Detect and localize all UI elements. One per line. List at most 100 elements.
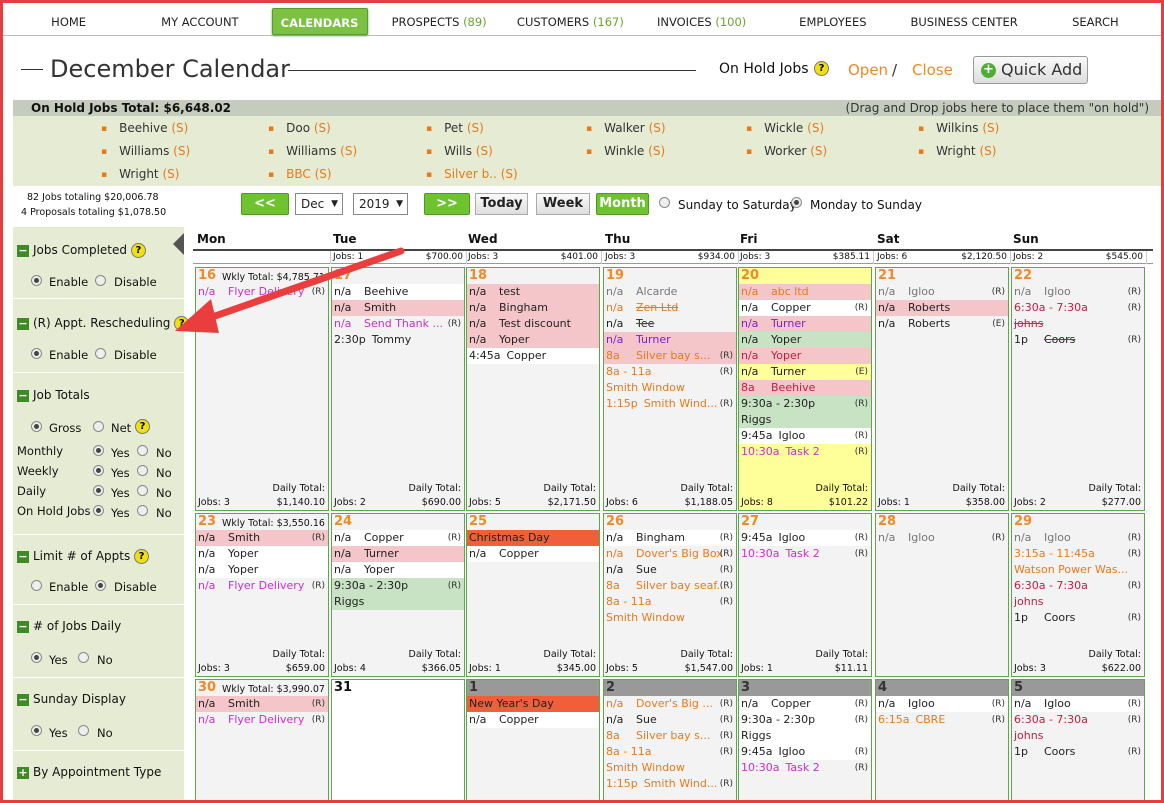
calendar-event[interactable]: n/a Copper (R) xyxy=(739,696,871,712)
calendar-event[interactable]: 8a Silver bay s... (R) xyxy=(604,348,736,364)
yes-radio[interactable] xyxy=(31,652,42,663)
calendar-event[interactable]: n/a Turner xyxy=(332,546,464,562)
calendar-event[interactable]: n/a Sue (R) xyxy=(604,712,736,728)
help-icon[interactable]: ? xyxy=(814,61,829,76)
calendar-event[interactable]: n/a Turner (E) xyxy=(739,364,871,380)
calendar-event[interactable]: Christmas Day xyxy=(467,530,599,546)
calendar-event[interactable]: n/a Tee xyxy=(604,316,736,332)
calendar-event[interactable]: n/a Smith (R) xyxy=(196,530,328,546)
enable-radio[interactable] xyxy=(31,580,42,591)
monthly-yes-radio[interactable] xyxy=(93,445,104,456)
close-on-hold-link[interactable]: Close xyxy=(912,61,953,79)
help-icon[interactable]: ? xyxy=(135,419,150,434)
calendar-event[interactable]: 3:15a - 11:45a (R) xyxy=(1012,546,1144,562)
calendar-event[interactable]: n/a Flyer Delivery (R) xyxy=(196,712,328,728)
on-hold-job[interactable]: ▪ Wickle (S) xyxy=(746,121,824,135)
day-cell[interactable]: 26 n/a Bingham (R) n/a Dover's Big Box (R) n/a S… xyxy=(603,513,737,677)
calendar-event[interactable]: 1:15p Smith Wind... (R) xyxy=(604,776,736,792)
calendar-event[interactable]: 8a Silver bay s... (R) xyxy=(604,728,736,744)
on-hold-job[interactable]: ▪ Wright (S) xyxy=(101,167,179,181)
month-select[interactable]: Dec ▼ xyxy=(295,193,343,215)
calendar-event[interactable]: n/a Copper xyxy=(467,546,599,562)
on-hold-job[interactable]: ▪ Williams (S) xyxy=(101,144,190,158)
calendar-event[interactable]: n/a test xyxy=(467,284,599,300)
day-cell[interactable]: 5 n/a Igloo (R) 6:30a - 7:30a (R) johns 1p Coors… xyxy=(1011,679,1145,800)
calendar-event[interactable]: n/a Flyer Delivery (R) xyxy=(196,284,328,300)
no-radio[interactable] xyxy=(78,652,89,663)
on-hold-job[interactable]: ▪ Beehive (S) xyxy=(101,121,188,135)
calendar-event[interactable]: n/a Turner xyxy=(739,316,871,332)
day-cell[interactable]: 20 n/a abc ltd n/a Copper (R) n/a Turner n/a Yope… xyxy=(738,267,872,511)
nav-home[interactable]: HOME xyxy=(3,8,134,35)
calendar-event[interactable]: Watson Power Was... xyxy=(1012,562,1144,578)
calendar-event[interactable]: 2:30p Tommy xyxy=(332,332,464,348)
calendar-event[interactable]: n/a Yoper xyxy=(467,332,599,348)
on-hold-job[interactable]: ▪ Wills (S) xyxy=(426,144,493,158)
enable-radio[interactable] xyxy=(31,348,42,359)
calendar-event[interactable]: n/a Yoper xyxy=(196,562,328,578)
calendar-event[interactable]: n/a Bingham xyxy=(467,300,599,316)
calendar-event[interactable]: 1p Coors (R) xyxy=(1012,744,1144,760)
calendar-event[interactable]: n/a Igloo (R) xyxy=(876,284,1008,300)
day-cell[interactable]: 31 xyxy=(331,679,465,800)
day-cell[interactable]: 27 9:45a Igloo (R) 10:30a Task 2 (R) Daily Tota… xyxy=(738,513,872,677)
calendar-event[interactable]: 9:45a Igloo (R) xyxy=(739,530,871,546)
help-icon[interactable]: ? xyxy=(174,316,190,331)
on-hold-no-radio[interactable] xyxy=(137,505,148,516)
calendar-event[interactable]: n/a Send Thank ... (R) xyxy=(332,316,464,332)
calendar-event[interactable]: n/a Smith (R) xyxy=(196,696,328,712)
calendar-event[interactable]: Smith Window xyxy=(604,760,736,776)
calendar-event[interactable]: Smith Window xyxy=(604,380,736,396)
day-cell[interactable]: 17 n/a Beehive n/a Smith n/a Send Thank ... (R)… xyxy=(331,267,465,511)
gross-radio[interactable] xyxy=(31,421,42,432)
calendar-event[interactable]: 8a Beehive xyxy=(739,380,871,396)
next-month-button[interactable]: >> xyxy=(424,193,470,215)
calendar-event[interactable]: n/a Igloo (R) xyxy=(876,696,1008,712)
day-cell[interactable]: 22 n/a Igloo (R) 6:30a - 7:30a (R) johns 1p Coor… xyxy=(1011,267,1145,511)
day-cell[interactable]: 2 n/a Dover's Big ... (R) n/a Sue (R) 8a Silver … xyxy=(603,679,737,800)
calendar-event[interactable]: 6:15a CBRE (R) xyxy=(876,712,1008,728)
on-hold-job[interactable]: ▪ Winkle (S) xyxy=(586,144,665,158)
calendar-event[interactable]: n/a Igloo (R) xyxy=(1012,696,1144,712)
on-hold-job[interactable]: ▪ Walker (S) xyxy=(586,121,666,135)
collapse-icon[interactable]: − xyxy=(17,317,29,330)
open-on-hold-link[interactable]: Open xyxy=(848,61,888,79)
calendar-event[interactable]: 9:30a - 2:30p Riggs (R) xyxy=(332,578,464,610)
calendar-event[interactable]: 8a Silver bay seaf... (R) xyxy=(604,578,736,594)
calendar-event[interactable]: n/a Yoper xyxy=(196,546,328,562)
day-cell[interactable]: 1 New Year's Day n/a Copper xyxy=(466,679,600,800)
calendar-event[interactable]: 10:30a Task 2 (R) xyxy=(739,444,871,460)
yes-radio[interactable] xyxy=(31,725,42,736)
calendar-event[interactable]: n/a Yoper xyxy=(739,348,871,364)
calendar-event[interactable]: johns xyxy=(1012,316,1144,332)
calendar-event[interactable]: johns xyxy=(1012,594,1144,610)
help-icon[interactable]: ? xyxy=(130,243,146,258)
collapse-icon[interactable]: − xyxy=(17,244,29,257)
sunday-to-saturday-radio[interactable] xyxy=(659,197,670,208)
nav-my-account[interactable]: MY ACCOUNT xyxy=(134,8,265,35)
calendar-event[interactable]: n/a Beehive xyxy=(332,284,464,300)
calendar-event[interactable]: Riggs xyxy=(739,728,871,744)
calendar-event[interactable]: n/a Yoper xyxy=(739,332,871,348)
day-cell[interactable]: 25 Christmas Day n/a Copper Daily Total: Jobs… xyxy=(466,513,600,677)
disable-radio[interactable] xyxy=(95,580,106,591)
collapse-icon[interactable]: − xyxy=(17,620,29,633)
calendar-event[interactable]: Smith Window xyxy=(604,610,736,626)
weekly-no-radio[interactable] xyxy=(137,465,148,476)
disable-radio[interactable] xyxy=(95,348,106,359)
enable-radio[interactable] xyxy=(31,275,42,286)
on-hold-drop-area[interactable]: ▪ Beehive (S) ▪ Doo (S) ▪ Pet (S) ▪ Walker (S) ▪… xyxy=(13,116,1161,186)
calendar-event[interactable]: n/a Zen Ltd xyxy=(604,300,736,316)
weekly-yes-radio[interactable] xyxy=(93,465,104,476)
calendar-event[interactable]: 9:30a - 2:30p Riggs (R) xyxy=(739,396,871,428)
on-hold-job[interactable]: ▪ BBC (S) xyxy=(268,167,332,181)
calendar-event[interactable]: n/a Yoper xyxy=(332,562,464,578)
collapse-icon[interactable]: − xyxy=(17,550,29,563)
monday-to-sunday-radio[interactable] xyxy=(791,197,802,208)
calendar-event[interactable]: 6:30a - 7:30a (R) xyxy=(1012,578,1144,594)
year-select[interactable]: 2019 ▼ xyxy=(353,193,408,215)
calendar-event[interactable]: 8a - 11a (R) xyxy=(604,744,736,760)
day-cell[interactable]: 23 Wkly Total: $3,550.16 n/a Smith (R) n/a Yop… xyxy=(195,513,329,677)
daily-no-radio[interactable] xyxy=(137,485,148,496)
monthly-no-radio[interactable] xyxy=(137,445,148,456)
